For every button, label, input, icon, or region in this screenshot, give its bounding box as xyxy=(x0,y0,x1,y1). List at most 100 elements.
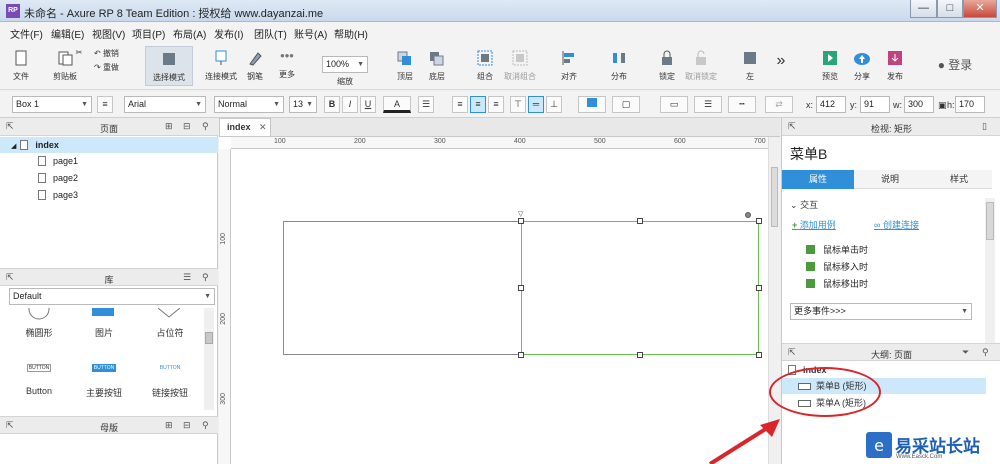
page-item-page3[interactable]: page3 xyxy=(38,190,78,200)
x-input[interactable]: 412 xyxy=(816,96,846,113)
corner-radius-handle-icon[interactable]: ▽ xyxy=(518,210,523,218)
resize-handle[interactable] xyxy=(518,352,524,358)
library-item-image[interactable]: 图片 xyxy=(84,326,124,339)
login-button[interactable]: ● 登录 xyxy=(932,56,978,73)
style-editor-button[interactable]: ≡ xyxy=(97,96,113,113)
library-item-primary-button[interactable]: 主要按钮 xyxy=(84,386,124,399)
menu-icon[interactable]: ☰ xyxy=(183,273,192,282)
page-item-page1[interactable]: page1 xyxy=(38,156,78,166)
tab-notes[interactable]: 说明 xyxy=(854,170,926,189)
menu-account[interactable]: 账号(A) xyxy=(294,26,327,41)
more-events-select[interactable]: 更多事件>>> ▼ xyxy=(790,303,972,320)
menu-project[interactable]: 项目(P) xyxy=(132,26,165,41)
library-select[interactable]: Default ▼ xyxy=(9,288,215,305)
widget-name-select[interactable]: Box 1 ▼ xyxy=(12,96,92,113)
file-tool[interactable]: 文件 xyxy=(8,50,34,82)
close-tab-icon[interactable]: ✕ xyxy=(259,122,267,132)
scrollbar-thumb[interactable] xyxy=(205,332,213,344)
align-text-center-button[interactable]: ≡ xyxy=(470,96,486,113)
shadow-button[interactable]: ▢ xyxy=(612,96,640,113)
menu-edit[interactable]: 编辑(E) xyxy=(51,26,84,41)
resize-handle[interactable] xyxy=(756,285,762,291)
scrollbar-thumb[interactable] xyxy=(771,167,778,227)
add-case-link[interactable]: + 添加用例 xyxy=(792,218,836,231)
tab-style[interactable]: 样式 xyxy=(926,170,992,189)
align-left-tool[interactable]: 左 xyxy=(740,50,760,82)
publish-tool[interactable]: 发布 xyxy=(882,50,908,82)
zoom-select[interactable]: 100% ▼ xyxy=(322,56,368,73)
widget-name-title[interactable]: 菜单B xyxy=(790,144,827,164)
minimize-button[interactable]: — xyxy=(910,0,937,18)
event-onclick[interactable]: 鼠标单击时 xyxy=(806,243,868,256)
library-item-link-button[interactable]: 链接按钮 xyxy=(150,386,190,399)
interaction-section[interactable]: ⌄ 交互 xyxy=(790,198,818,211)
menu-layout[interactable]: 布局(A) xyxy=(173,26,206,41)
connect-mode-tool[interactable]: 连接模式 xyxy=(203,50,239,82)
distribute-tool[interactable]: 分布 xyxy=(607,50,631,82)
tab-properties[interactable]: 属性 xyxy=(782,170,854,189)
search-icon[interactable]: ⚲ xyxy=(982,348,991,357)
add-page-icon[interactable]: ⊞ xyxy=(165,122,174,131)
notes-icon[interactable]: ▯ xyxy=(982,122,991,131)
align-text-left-button[interactable]: ≡ xyxy=(452,96,468,113)
rotate-handle-icon[interactable] xyxy=(745,212,751,218)
group-tool[interactable]: 组合 xyxy=(473,50,497,82)
menu-file[interactable]: 文件(F) xyxy=(10,26,43,41)
cut-button[interactable]: ✂ xyxy=(72,48,86,57)
tab-index[interactable]: index ✕ xyxy=(219,118,271,136)
filter-icon[interactable]: ⏷ xyxy=(962,348,971,357)
font-size-select[interactable]: 13 ▼ xyxy=(289,96,317,113)
font-family-select[interactable]: Arial ▼ xyxy=(124,96,206,113)
fill-color-button[interactable] xyxy=(578,96,606,113)
event-mouseleave[interactable]: 鼠标移出时 xyxy=(806,277,868,290)
maximize-button[interactable]: □ xyxy=(937,0,963,18)
bullet-list-button[interactable]: ☰ xyxy=(418,96,434,113)
menu-help[interactable]: 帮助(H) xyxy=(334,26,368,41)
lock-ratio-icon[interactable]: ▣ xyxy=(938,100,947,111)
pen-tool[interactable]: 钢笔 xyxy=(243,50,267,82)
library-item-placeholder[interactable]: 占位符 xyxy=(150,326,190,339)
font-weight-select[interactable]: Normal ▼ xyxy=(214,96,284,113)
resize-handle[interactable] xyxy=(637,352,643,358)
resize-handle[interactable] xyxy=(518,285,524,291)
arrow-style-button[interactable]: ⇄ xyxy=(765,96,793,113)
add-master-icon[interactable]: ⊞ xyxy=(165,421,174,430)
valign-middle-button[interactable]: ═ xyxy=(528,96,544,113)
lock-tool[interactable]: 锁定 xyxy=(655,50,679,82)
height-input[interactable]: 170 xyxy=(955,96,985,113)
y-input[interactable]: 91 xyxy=(860,96,890,113)
search-icon[interactable]: ⚲ xyxy=(202,421,211,430)
search-icon[interactable]: ⚲ xyxy=(202,122,211,131)
font-color-button[interactable]: A xyxy=(383,96,411,113)
underline-button[interactable]: U xyxy=(360,96,376,113)
menu-publish[interactable]: 发布(I) xyxy=(214,26,243,41)
scrollbar-thumb[interactable] xyxy=(986,202,994,240)
valign-top-button[interactable]: ⊤ xyxy=(510,96,526,113)
inspector-scrollbar[interactable] xyxy=(985,198,995,343)
library-item-ellipse[interactable]: 椭圆形 xyxy=(19,326,59,339)
line-width-button[interactable]: ☰ xyxy=(694,96,722,113)
align-tool[interactable]: 对齐 xyxy=(557,50,581,82)
close-window-button[interactable]: ✕ xyxy=(963,0,997,18)
resize-handle[interactable] xyxy=(518,218,524,224)
menu-team[interactable]: 团队(T) xyxy=(254,26,287,41)
add-folder-icon[interactable]: ⊟ xyxy=(183,421,192,430)
send-to-back-tool[interactable]: 底层 xyxy=(425,50,449,82)
undo-button[interactable]: ↶ 撤销 xyxy=(94,48,126,59)
unlock-tool[interactable]: 取消锁定 xyxy=(684,50,718,82)
add-folder-icon[interactable]: ⊟ xyxy=(183,122,192,131)
ungroup-tool[interactable]: 取消组合 xyxy=(503,50,537,82)
valign-bottom-button[interactable]: ⊥ xyxy=(546,96,562,113)
library-item-button[interactable]: Button xyxy=(19,386,59,396)
create-link-link[interactable]: ∞ 创建连接 xyxy=(874,218,919,231)
page-item-page2[interactable]: page2 xyxy=(38,173,78,183)
toolbar-overflow-button[interactable]: » xyxy=(772,52,790,70)
resize-handle[interactable] xyxy=(756,218,762,224)
width-input[interactable]: 300 xyxy=(904,96,934,113)
preview-tool[interactable]: 预览 xyxy=(818,50,842,82)
share-tool[interactable]: 分享 xyxy=(850,50,874,82)
menu-a-rectangle[interactable] xyxy=(283,221,522,355)
search-icon[interactable]: ⚲ xyxy=(202,273,211,282)
resize-handle[interactable] xyxy=(756,352,762,358)
menu-b-rectangle[interactable] xyxy=(521,221,759,355)
